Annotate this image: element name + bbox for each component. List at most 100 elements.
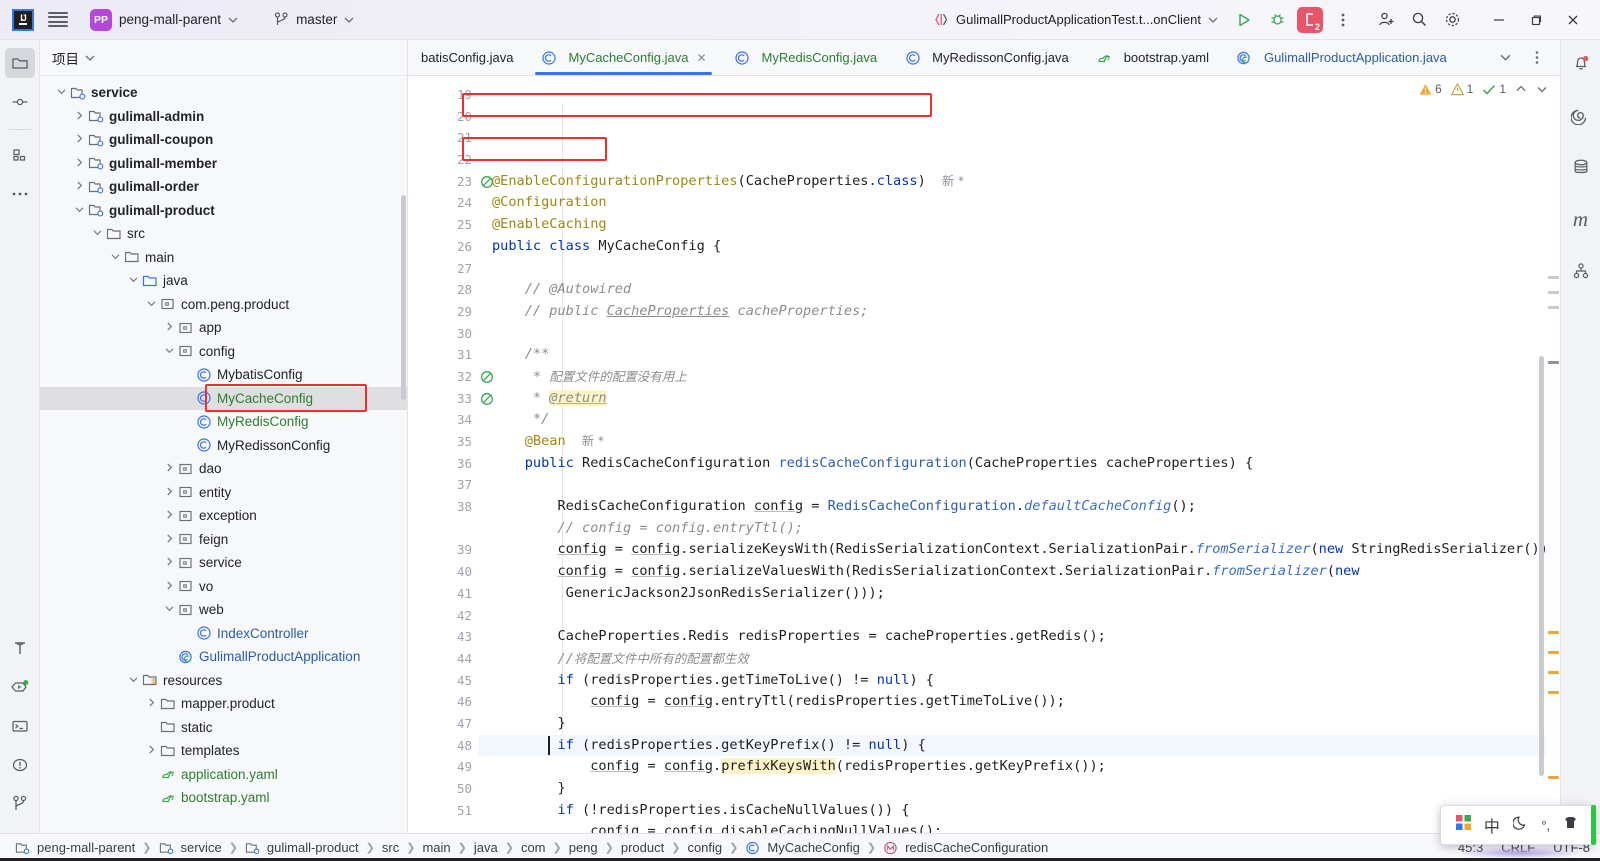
breadcrumb-item-main[interactable]: main (417, 839, 455, 856)
code-line[interactable]: if (redisProperties.getKeyPrefix() != nu… (478, 734, 1546, 757)
tree-expand-arrow[interactable] (162, 487, 176, 498)
tree-item-templates[interactable]: templates (40, 739, 407, 763)
line-number[interactable]: 47 (408, 713, 478, 735)
code-line[interactable]: /** (478, 344, 1546, 366)
tree-expand-arrow[interactable] (162, 322, 176, 333)
breadcrumb-item-rediscacheconfiguration[interactable]: redisCacheConfiguration (878, 839, 1053, 857)
code-editor[interactable]: 19 20 21 22 23 24 25 26 27 28 29 30 31 32 33 34 35 36 37 38… (408, 76, 1560, 833)
code-line[interactable]: @EnableConfigurationProperties(CacheProp… (478, 171, 1546, 193)
project-tool-icon[interactable] (4, 48, 35, 78)
code-line[interactable] (478, 605, 1546, 627)
code-line[interactable]: if (!redisProperties.isCacheNullValues()… (478, 800, 1546, 822)
tree-expand-arrow[interactable] (108, 252, 122, 263)
line-number[interactable]: 28 (408, 279, 478, 301)
tree-expand-arrow[interactable] (162, 604, 176, 615)
code-line[interactable]: } (478, 778, 1546, 800)
line-number[interactable]: 41 (408, 583, 478, 605)
tree-expand-arrow[interactable] (72, 134, 86, 145)
tree-item-service[interactable]: service (40, 81, 407, 105)
maximize-button[interactable] (1519, 5, 1553, 35)
tree-expand-arrow[interactable] (126, 675, 140, 686)
services-button[interactable]: 2 (1295, 5, 1325, 35)
code-line[interactable]: * @return (478, 388, 1546, 410)
line-number[interactable]: 34 (408, 409, 478, 431)
debug-button[interactable] (1262, 5, 1292, 35)
nacos-icon[interactable] (1566, 100, 1596, 130)
more-tool-windows-icon[interactable] (5, 179, 35, 209)
code-marker[interactable] (1548, 651, 1559, 654)
breadcrumb-item-peng[interactable]: peng (564, 839, 603, 856)
version-control-tool-icon[interactable] (5, 789, 35, 819)
tree-expand-arrow[interactable] (54, 87, 68, 98)
line-number[interactable]: 30 (408, 323, 478, 345)
tree-item-resources[interactable]: resources (40, 669, 407, 693)
project-panel-header[interactable]: 项目 (40, 40, 407, 76)
tree-item-config[interactable]: config (40, 340, 407, 364)
close-tab-icon[interactable]: ✕ (696, 51, 706, 65)
code-line[interactable]: @EnableCaching (478, 214, 1546, 236)
line-number[interactable]: 27 (408, 258, 478, 280)
bean-hierarchy-icon[interactable] (1566, 256, 1596, 286)
editor-tab-bootstrap-yaml[interactable]: bootstrap.yaml (1082, 40, 1222, 75)
breadcrumb-item-service[interactable]: service (154, 839, 227, 857)
editor-tab-myredisconfig-java[interactable]: MyRedisConfig.java (720, 40, 891, 75)
line-number[interactable]: 32 (408, 366, 493, 388)
line-number[interactable]: 39 (408, 539, 478, 561)
line-number[interactable]: 49 (408, 756, 478, 778)
tree-expand-arrow[interactable] (72, 111, 86, 122)
tree-expand-arrow[interactable] (72, 158, 86, 169)
code-line[interactable]: public class MyCacheConfig { (478, 236, 1546, 258)
tab-list-button[interactable] (1490, 43, 1520, 73)
tree-item-web[interactable]: web (40, 598, 407, 622)
code-marker[interactable] (1548, 291, 1559, 294)
run-tool-icon[interactable] (5, 672, 35, 702)
tree-item-com-peng-product[interactable]: com.peng.product (40, 293, 407, 317)
tree-expand-arrow[interactable] (90, 228, 104, 239)
skin-icon[interactable] (1563, 815, 1578, 835)
line-number[interactable] (408, 518, 478, 540)
line-number[interactable]: 38 (408, 496, 478, 518)
code-line[interactable]: // public CacheProperties cachePropertie… (478, 301, 1546, 323)
code-line[interactable] (478, 474, 1546, 496)
tree-item-gulimall-admin[interactable]: gulimall-admin (40, 105, 407, 129)
code-line[interactable] (478, 258, 1546, 280)
tree-expand-arrow[interactable] (126, 275, 140, 286)
tree-expand-arrow[interactable] (72, 181, 86, 192)
tree-item-gulimallproductapplication[interactable]: GulimallProductApplication (40, 645, 407, 669)
editor-tab-myredissonconfig-java[interactable]: MyRedissonConfig.java (890, 40, 1082, 75)
editor-tab-mycacheconfig-java[interactable]: MyCacheConfig.java ✕ (527, 40, 720, 75)
tree-item-application-yaml[interactable]: application.yaml (40, 763, 407, 787)
moon-icon[interactable] (1512, 815, 1528, 835)
tree-item-mybatisconfig[interactable]: MybatisConfig (40, 363, 407, 387)
punctuation-icon[interactable]: °, (1541, 818, 1550, 833)
tree-item-entity[interactable]: entity (40, 481, 407, 505)
tree-item-vo[interactable]: vo (40, 575, 407, 599)
tree-item-gulimall-order[interactable]: gulimall-order (40, 175, 407, 199)
search-button[interactable] (1404, 5, 1434, 35)
tree-expand-arrow[interactable] (162, 581, 176, 592)
tree-item-myredisconfig[interactable]: MyRedisConfig (40, 410, 407, 434)
run-button[interactable] (1229, 5, 1259, 35)
error-markers-strip[interactable] (1546, 76, 1560, 833)
project-tree-scrollbar[interactable] (401, 195, 406, 400)
code-marker[interactable] (1548, 361, 1559, 364)
code-line[interactable]: @Configuration (478, 192, 1546, 214)
breadcrumb-item-java[interactable]: java (469, 839, 503, 856)
project-selector[interactable]: PP peng-mall-parent (82, 6, 246, 34)
tree-item-gulimall-product[interactable]: gulimall-product (40, 199, 407, 223)
tree-item-exception[interactable]: exception (40, 504, 407, 528)
code-marker[interactable] (1548, 306, 1559, 309)
code-line[interactable] (478, 149, 1546, 171)
code-marker[interactable] (1548, 631, 1559, 634)
line-number-gutter[interactable]: 19 20 21 22 23 24 25 26 27 28 29 30 31 32 33 34 35 36 37 38… (408, 76, 493, 833)
code-line[interactable]: CacheProperties.Redis redisProperties = … (478, 626, 1546, 648)
line-number[interactable]: 25 (408, 214, 478, 236)
breadcrumb-item-product[interactable]: product (616, 839, 669, 856)
tree-item-dao[interactable]: dao (40, 457, 407, 481)
tree-item-indexcontroller[interactable]: IndexController (40, 622, 407, 646)
commit-tool-icon[interactable] (5, 87, 35, 117)
line-number[interactable]: 21 (408, 127, 478, 149)
notifications-icon[interactable] (1566, 48, 1596, 78)
tree-expand-arrow[interactable] (144, 698, 158, 709)
line-number[interactable]: 42 (408, 605, 478, 627)
